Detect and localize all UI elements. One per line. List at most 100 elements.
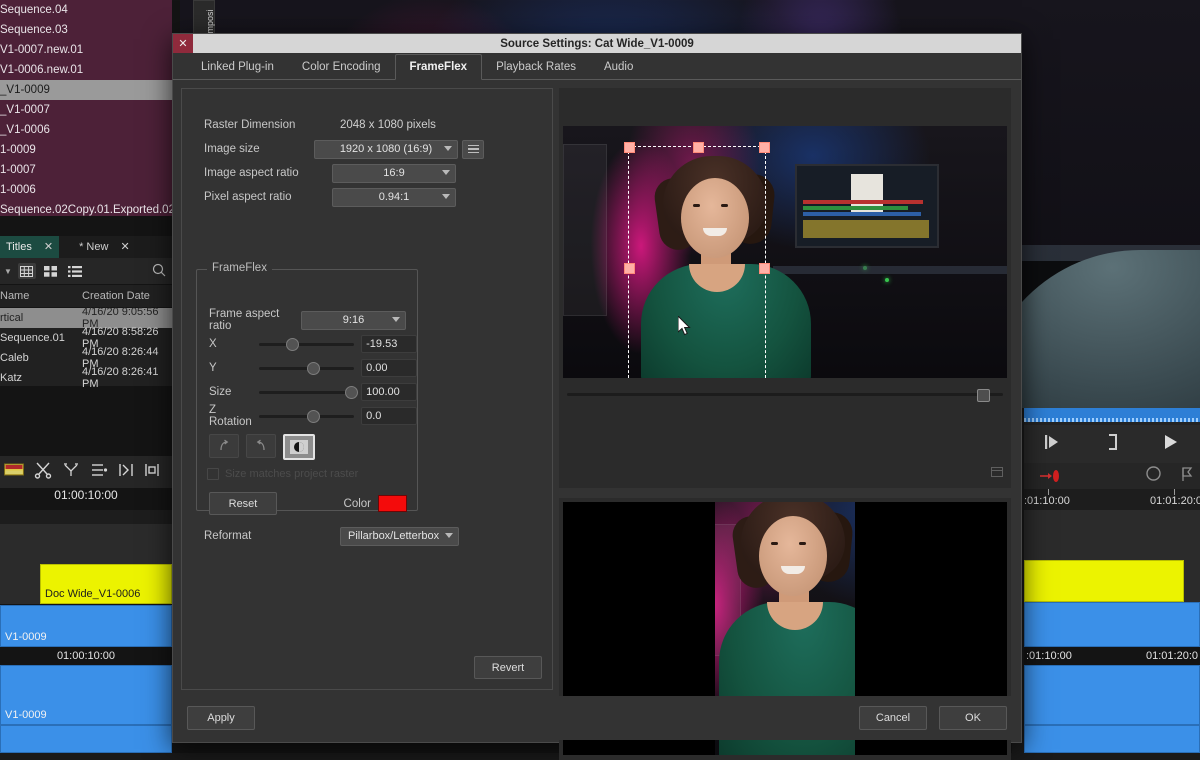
zoom-slider-knob[interactable] (977, 389, 990, 402)
timeline-clip-blue[interactable]: V1-0009 (0, 605, 172, 647)
timeline-ruler[interactable] (0, 510, 172, 525)
bin-item[interactable]: Sequence.02Copy.01.Exported.02 (0, 200, 172, 216)
revert-button[interactable]: Revert (474, 656, 542, 679)
tab-audio[interactable]: Audio (590, 55, 647, 79)
media-pool-row[interactable]: rtical 4/16/20 9:05:56 PM (0, 306, 172, 330)
bin-item[interactable]: _V1-0007 (0, 100, 172, 120)
snap-icon[interactable] (90, 462, 108, 483)
red-marker-icon[interactable] (1040, 468, 1064, 484)
bin-item[interactable]: Sequence.04 (0, 0, 172, 20)
bin-item[interactable]: _V1-0006 (0, 120, 172, 140)
slider-size[interactable] (258, 383, 358, 401)
grid-view-icon[interactable] (17, 263, 36, 279)
bin-item[interactable]: 1-0006 (0, 180, 172, 200)
bin-item[interactable]: Sequence.03 (0, 20, 172, 40)
tab-new[interactable]: * New ✕ (73, 236, 136, 258)
timeline-clip-yellow[interactable]: Doc Wide_V1-0006 (40, 564, 172, 604)
right-clip-blue[interactable] (1024, 665, 1200, 725)
crop-handle-tl[interactable] (624, 142, 635, 153)
out-point-icon[interactable] (1106, 433, 1120, 455)
reformat-select[interactable]: Pillarbox/Letterbox (340, 526, 459, 546)
rotate-icon[interactable] (283, 434, 315, 460)
timeline-clip-blue[interactable]: V1-0009 (0, 665, 172, 725)
bin-list[interactable]: Sequence.04 Sequence.03 V1-0007.new.01 V… (0, 0, 172, 216)
timeline-track-empty[interactable] (0, 524, 172, 564)
clip-color-icon[interactable] (4, 462, 24, 483)
preview-zoom-slider[interactable] (567, 388, 1003, 402)
search-icon[interactable] (152, 263, 166, 282)
column-header-name[interactable]: Name (0, 290, 82, 302)
tab-frameflex[interactable]: FrameFlex (394, 54, 483, 80)
bin-item[interactable]: V1-0006.new.01 (0, 60, 172, 80)
crop-handle-tc[interactable] (693, 142, 704, 153)
crop-handle-ml[interactable] (624, 263, 635, 274)
bin-item[interactable]: 1-0007 (0, 160, 172, 180)
right-track-video2[interactable] (1012, 560, 1200, 602)
timeline-track-video1[interactable]: V1-0009 (0, 605, 172, 647)
tab-playback-rates[interactable]: Playback Rates (482, 55, 590, 79)
right-clip-yellow[interactable] (1024, 560, 1184, 602)
media-pool-row[interactable]: Sequence.01 4/16/20 8:58:26 PM (0, 326, 172, 350)
in-point-icon[interactable] (1045, 434, 1063, 454)
tab-titles[interactable]: Titles ✕ (0, 236, 60, 258)
pixel-aspect-select[interactable]: 0.94:1 (332, 187, 456, 207)
source-preview-video[interactable] (563, 126, 1007, 378)
slider-knob[interactable] (344, 385, 358, 399)
slider-zrotation[interactable] (258, 407, 355, 425)
size-matches-raster-checkbox-row[interactable]: Size matches project raster (207, 468, 417, 480)
slider-x[interactable] (258, 335, 355, 353)
flip-vertical-icon[interactable] (246, 434, 276, 458)
timeline-track-video0[interactable]: V1-0009 (0, 665, 172, 753)
value-field-y[interactable]: 0.00 (361, 359, 418, 377)
list-view-icon[interactable] (66, 263, 84, 279)
chevron-down-icon[interactable]: ▼ (4, 267, 12, 276)
tab-linked-plugin[interactable]: Linked Plug-in (187, 55, 288, 79)
image-size-select[interactable]: 1920 x 1080 (16:9) (314, 139, 458, 159)
apply-button[interactable]: Apply (187, 706, 255, 730)
slider-y[interactable] (258, 359, 355, 377)
right-clip-blue[interactable] (1024, 602, 1200, 647)
timeline-clip-blue-lower[interactable] (0, 725, 172, 753)
image-size-menu-icon[interactable] (462, 139, 484, 159)
timeline-track-video2[interactable]: Doc Wide_V1-0006 (0, 564, 172, 604)
right-clip-blue-lower[interactable] (1024, 725, 1200, 753)
timeline-ruler-right[interactable]: :01:10:00 01:01:20:0 (1024, 489, 1200, 510)
value-field-size[interactable]: 100.00 (361, 383, 418, 401)
ok-button[interactable]: OK (939, 706, 1007, 730)
close-icon[interactable]: ✕ (120, 236, 129, 258)
flip-horizontal-icon[interactable] (209, 434, 239, 458)
close-icon[interactable]: ✕ (173, 34, 193, 53)
thumbnail-view-icon[interactable] (42, 263, 60, 279)
right-track-video1[interactable] (1012, 602, 1200, 647)
bin-item[interactable]: V1-0007.new.01 (0, 40, 172, 60)
value-field-x[interactable]: -19.53 (361, 335, 418, 353)
frame-aspect-select[interactable]: 9:16 (301, 310, 406, 330)
cancel-button[interactable]: Cancel (859, 706, 927, 730)
overwrite-icon[interactable] (144, 462, 160, 483)
column-header-date[interactable]: Creation Date (82, 290, 172, 302)
value-field-zrotation[interactable]: 0.0 (361, 407, 418, 425)
preview-options-icon[interactable] (991, 464, 1003, 482)
image-aspect-select[interactable]: 16:9 (332, 163, 456, 183)
bin-item-selected[interactable]: _V1-0009 (0, 80, 172, 100)
right-track-empty[interactable] (1012, 510, 1200, 560)
bin-item[interactable]: 1-0009 (0, 140, 172, 160)
frameflex-crop-box[interactable] (624, 142, 770, 378)
right-clip-strip[interactable] (1024, 408, 1200, 422)
play-icon[interactable] (1163, 434, 1179, 455)
slider-knob[interactable] (306, 361, 320, 375)
blade-icon[interactable] (34, 461, 52, 484)
flag-icon[interactable] (1180, 466, 1194, 487)
color-swatch[interactable] (378, 495, 407, 512)
tab-color-encoding[interactable]: Color Encoding (288, 55, 395, 79)
slider-knob[interactable] (306, 409, 320, 423)
media-pool-row[interactable]: Caleb 4/16/20 8:26:44 PM (0, 346, 172, 370)
insert-icon[interactable] (118, 462, 134, 483)
crop-handle-tr[interactable] (759, 142, 770, 153)
checkbox-icon[interactable] (207, 468, 219, 480)
trim-icon[interactable] (62, 461, 80, 484)
reset-button[interactable]: Reset (209, 492, 277, 515)
record-circle-icon[interactable] (1145, 465, 1162, 487)
right-track-video0[interactable] (1012, 665, 1200, 753)
media-pool-row[interactable]: Katz 4/16/20 8:26:41 PM (0, 366, 172, 390)
